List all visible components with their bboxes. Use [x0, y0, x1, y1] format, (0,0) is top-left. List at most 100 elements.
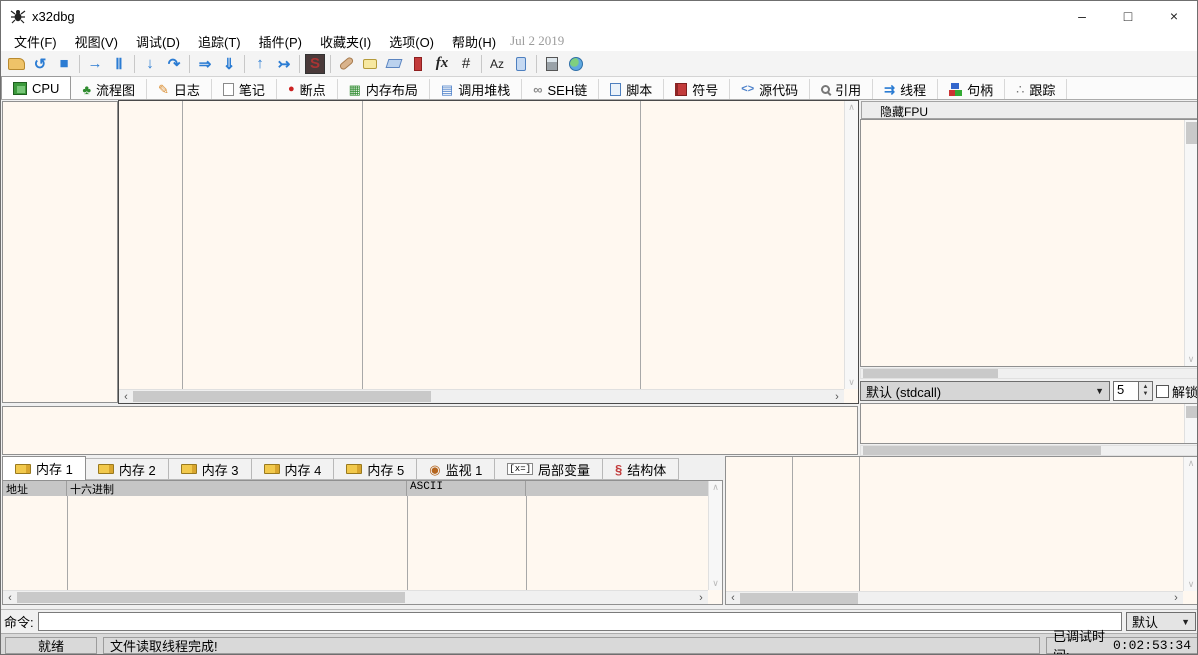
stop-icon[interactable]: ■ — [52, 53, 76, 75]
tab-struct[interactable]: § 结构体 — [603, 458, 679, 480]
step-over-icon[interactable]: ↷ — [162, 53, 186, 75]
tab-script[interactable]: 脚本 — [599, 79, 664, 99]
menu-plugins[interactable]: 插件(P) — [250, 31, 311, 52]
maximize-button[interactable]: □ — [1105, 1, 1151, 31]
pause-icon[interactable]: Ⅱ — [107, 53, 131, 75]
menu-help[interactable]: 帮助(H) — [443, 31, 505, 52]
stack-vertical-scrollbar[interactable]: ∧ ∨ — [1183, 457, 1198, 591]
scroll-up-arrow[interactable]: ∧ — [848, 102, 855, 113]
arguments-horizontal-scrollbar[interactable] — [860, 445, 1198, 456]
registers-vertical-scrollbar[interactable]: ∨ — [1184, 120, 1197, 366]
dump-horizontal-scrollbar[interactable]: ‹ › — [3, 590, 708, 604]
tab-dump-3[interactable]: 内存 3 — [169, 458, 252, 480]
tab-source[interactable]: <> 源代码 — [730, 79, 810, 99]
tab-memory-map[interactable]: ▦ 内存布局 — [338, 79, 430, 99]
scylla-icon[interactable]: S — [303, 53, 327, 75]
spinner-buttons[interactable]: ▲▼ — [1138, 382, 1152, 400]
close-button[interactable]: × — [1151, 1, 1197, 31]
labels-icon[interactable] — [382, 53, 406, 75]
menu-favourites[interactable]: 收藏夹(I) — [311, 31, 380, 52]
menu-debug[interactable]: 调试(D) — [127, 31, 189, 52]
attach-icon[interactable] — [509, 53, 533, 75]
bookmarks-icon[interactable] — [406, 53, 430, 75]
tab-handles[interactable]: 句柄 — [938, 79, 1005, 99]
column-header-address[interactable]: 地址 — [3, 481, 67, 496]
scroll-thumb[interactable] — [863, 446, 1101, 455]
scroll-down-arrow[interactable]: ∨ — [848, 377, 855, 388]
hash-icon[interactable]: # — [454, 53, 478, 75]
tab-dump-5[interactable]: 内存 5 — [334, 458, 417, 480]
scroll-thumb[interactable] — [1186, 122, 1197, 144]
spinner-down-icon[interactable]: ▼ — [1143, 391, 1149, 398]
tab-graph[interactable]: ♣ 流程图 — [71, 79, 147, 99]
scroll-left-arrow[interactable]: ‹ — [726, 592, 740, 604]
tab-locals[interactable]: [x=] 局部变量 — [495, 458, 603, 480]
calling-convention-select[interactable]: 默认 (stdcall) ▼ — [860, 381, 1110, 401]
dump-pane[interactable]: 地址 十六进制 ASCII ∧ ∨ ‹ › — [2, 480, 723, 605]
scroll-down-arrow[interactable]: ∨ — [712, 578, 719, 589]
scroll-left-arrow[interactable]: ‹ — [3, 592, 17, 604]
tab-breakpoints[interactable]: ● 断点 — [277, 79, 338, 99]
settings-globe-icon[interactable] — [564, 53, 588, 75]
command-input[interactable] — [38, 612, 1122, 631]
tab-dump-4[interactable]: 内存 4 — [252, 458, 335, 480]
scroll-right-arrow[interactable]: › — [1169, 592, 1183, 604]
menu-view[interactable]: 视图(V) — [66, 31, 127, 52]
scroll-thumb[interactable] — [17, 592, 405, 603]
arguments-pane[interactable] — [860, 403, 1198, 444]
scroll-down-arrow[interactable]: ∨ — [1188, 354, 1195, 365]
scroll-thumb[interactable] — [863, 369, 998, 378]
spinner-up-icon[interactable]: ▲ — [1143, 384, 1149, 391]
unlock-checkbox[interactable] — [1156, 385, 1169, 398]
run-icon[interactable]: → — [83, 53, 107, 75]
tab-cpu[interactable]: CPU — [1, 76, 71, 99]
disassembly-pane[interactable]: ∧ ∨ ‹ › — [118, 100, 859, 404]
tab-log[interactable]: ✎ 日志 — [147, 79, 212, 99]
tab-call-stack[interactable]: ▤ 调用堆栈 — [430, 79, 522, 99]
strings-icon[interactable]: Az — [485, 53, 509, 75]
menu-trace[interactable]: 追踪(T) — [189, 31, 250, 52]
registers-pane[interactable]: ∨ — [860, 119, 1198, 367]
functions-icon[interactable]: fx — [430, 53, 454, 75]
disassembly-vertical-scrollbar[interactable]: ∧ ∨ — [844, 101, 858, 389]
scroll-up-arrow[interactable]: ∧ — [712, 482, 719, 493]
scroll-thumb[interactable] — [133, 391, 431, 402]
tab-watch-1[interactable]: ◉ 监视 1 — [417, 458, 495, 480]
disassembly-horizontal-scrollbar[interactable]: ‹ › — [119, 389, 844, 403]
scroll-left-arrow[interactable]: ‹ — [119, 391, 133, 403]
scroll-thumb[interactable] — [740, 593, 858, 604]
calculator-icon[interactable] — [540, 53, 564, 75]
dump-vertical-scrollbar[interactable]: ∧ ∨ — [708, 481, 722, 590]
argument-count-spinner[interactable]: 5 ▲▼ — [1113, 381, 1153, 401]
minimize-button[interactable]: – — [1059, 1, 1105, 31]
tab-symbols[interactable]: 符号 — [664, 79, 730, 99]
menu-file[interactable]: 文件(F) — [5, 31, 66, 52]
run-to-user-code-icon[interactable]: ↣ — [272, 53, 296, 75]
tab-dump-1[interactable]: 内存 1 — [2, 456, 86, 480]
step-into-icon[interactable]: ↓ — [138, 53, 162, 75]
scroll-down-arrow[interactable]: ∨ — [1188, 579, 1195, 590]
execute-till-return-icon[interactable]: ↑ — [248, 53, 272, 75]
disassembly-sidebar-pane[interactable] — [2, 101, 118, 403]
scroll-up-arrow[interactable]: ∧ — [1188, 458, 1195, 469]
column-header-ascii[interactable]: ASCII — [407, 481, 526, 496]
tab-references[interactable]: 引用 — [810, 79, 873, 99]
tab-dump-2[interactable]: 内存 2 — [86, 458, 169, 480]
open-file-icon[interactable] — [4, 53, 28, 75]
tab-trace[interactable]: ∴ 跟踪 — [1005, 79, 1067, 99]
registers-horizontal-scrollbar[interactable] — [860, 368, 1198, 379]
scroll-thumb[interactable] — [1186, 406, 1197, 418]
column-header-hex[interactable]: 十六进制 — [67, 481, 407, 496]
tab-notes[interactable]: 笔记 — [212, 79, 277, 99]
arguments-vertical-scrollbar[interactable] — [1184, 404, 1197, 443]
tab-threads[interactable]: ⇉ 线程 — [873, 79, 938, 99]
info-box-pane[interactable] — [2, 406, 858, 455]
restart-icon[interactable]: ↺ — [28, 53, 52, 75]
stack-pane[interactable]: ∧ ∨ ‹ › — [725, 456, 1198, 605]
hide-fpu-button[interactable]: 隐藏FPU — [861, 101, 1198, 119]
menu-options[interactable]: 选项(O) — [380, 31, 443, 52]
patches-icon[interactable] — [334, 53, 358, 75]
trace-into-icon[interactable]: ⇓ — [217, 53, 241, 75]
trace-over-icon[interactable]: ⇒ — [193, 53, 217, 75]
scroll-right-arrow[interactable]: › — [694, 592, 708, 604]
